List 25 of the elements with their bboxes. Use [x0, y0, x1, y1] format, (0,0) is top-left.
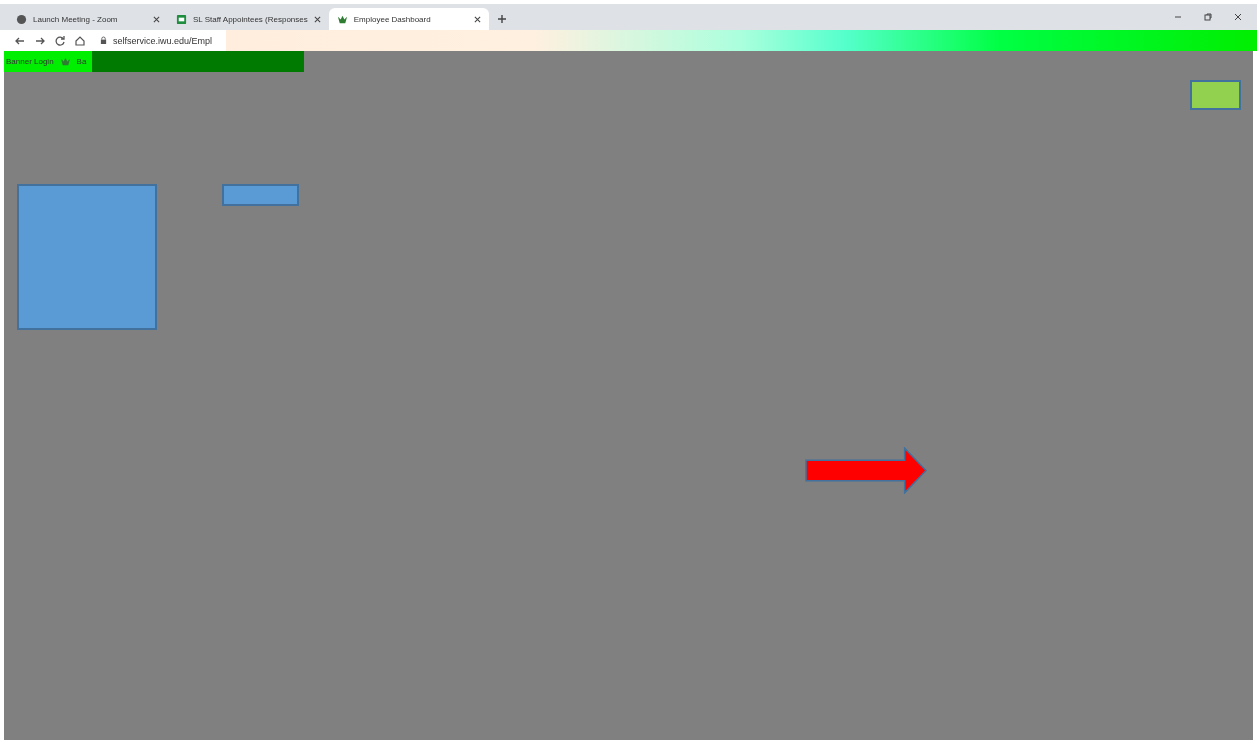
arrow-icon [805, 447, 927, 494]
reload-icon[interactable] [54, 34, 66, 47]
highlight-block [1190, 80, 1241, 110]
close-icon[interactable] [473, 15, 481, 23]
browser-tab[interactable]: Launch Meeting - Zoom [8, 8, 168, 30]
close-icon[interactable] [313, 15, 321, 23]
close-icon[interactable] [153, 15, 160, 23]
new-tab-icon[interactable] [496, 14, 507, 24]
browser-tab[interactable]: Employee Dashboard [328, 8, 489, 30]
lock-icon [100, 36, 107, 45]
home-icon[interactable] [74, 34, 86, 47]
url-text: selfservice.iwu.edu/Empl [113, 35, 213, 46]
crown-icon [59, 56, 71, 67]
bookmark[interactable]: Banner Login [6, 57, 54, 66]
bookmark[interactable]: Ba [76, 57, 87, 66]
tab-title: Launch Meeting - Zoom [33, 14, 119, 24]
globe-icon [16, 13, 27, 25]
restore-icon[interactable] [1203, 12, 1213, 22]
close-icon[interactable] [1233, 12, 1243, 22]
tab-title: Employee Dashboard [353, 14, 432, 24]
sheet-icon [176, 13, 187, 25]
tab-title: SL Staff Appointees (Responses [193, 14, 308, 24]
address-field[interactable]: selfservice.iwu.edu/Empl [94, 35, 219, 46]
browser-tab[interactable]: SL Staff Appointees (Responses [168, 8, 329, 30]
crown-icon [336, 13, 348, 25]
